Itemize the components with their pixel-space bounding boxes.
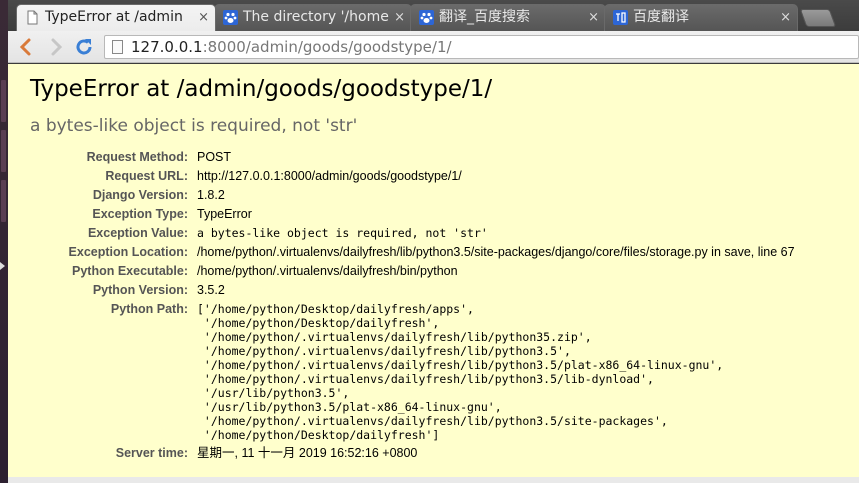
row-label: Server time: xyxy=(115,446,188,460)
row-value: 星期一, 11 十一月 2019 16:52:16 +0800 xyxy=(197,446,418,460)
row-label: Python Version: xyxy=(92,283,188,297)
row-label: Request Method: xyxy=(86,150,188,164)
row-value: 1.8.2 xyxy=(197,188,225,202)
row-value: TypeError xyxy=(197,207,252,221)
row-label: Django Version: xyxy=(92,188,188,202)
tab-title: The directory '/home xyxy=(243,9,389,25)
row-label: Python Path: xyxy=(110,302,188,316)
tab-strip: TypeError at /admin × The directory '/ho… xyxy=(8,0,859,31)
close-icon[interactable]: × xyxy=(198,5,209,30)
table-row: Python Path: ['/home/python/Desktop/dail… xyxy=(8,300,795,444)
back-arrow-icon[interactable] xyxy=(14,35,38,59)
forward-arrow-icon[interactable] xyxy=(44,35,68,59)
address-bar[interactable]: 127.0.0.1:8000/admin/goods/goodstype/1/ xyxy=(104,35,859,59)
os-launcher-strip xyxy=(0,0,8,483)
error-message: a bytes-like object is required, not 'st… xyxy=(30,116,358,136)
tab-baidu-translate[interactable]: 百度翻译 × xyxy=(604,4,798,31)
table-row: Django Version: 1.8.2 xyxy=(8,186,795,205)
launcher-slot xyxy=(1,130,6,172)
python-path-list: ['/home/python/Desktop/dailyfresh/apps',… xyxy=(197,302,724,442)
table-row: Exception Value: a bytes-like object is … xyxy=(8,224,795,243)
url-host: 127.0.0.1 xyxy=(131,38,203,56)
table-row: Exception Location: /home/python/.virtua… xyxy=(8,243,795,262)
row-value: 3.5.2 xyxy=(197,283,225,297)
row-value: /home/python/.virtualenvs/dailyfresh/lib… xyxy=(197,245,795,259)
row-value: a bytes-like object is required, not 'st… xyxy=(197,226,488,240)
row-label: Python Executable: xyxy=(72,264,188,278)
close-icon[interactable]: × xyxy=(780,5,791,30)
row-label: Exception Value: xyxy=(87,226,188,240)
row-label: Exception Location: xyxy=(68,245,188,259)
browser-toolbar: 127.0.0.1:8000/admin/goods/goodstype/1/ xyxy=(8,31,859,63)
close-icon[interactable]: × xyxy=(394,5,405,30)
row-value: http://127.0.0.1:8000/admin/goods/goodst… xyxy=(197,169,462,183)
tab-directory[interactable]: The directory '/home × xyxy=(214,4,412,31)
baidu-paw-icon xyxy=(223,10,238,25)
page-bottom-bar xyxy=(8,477,859,483)
page-title: TypeError at /admin/goods/goodstype/1/ xyxy=(30,76,493,102)
tab-typeerror[interactable]: TypeError at /admin × xyxy=(16,4,216,31)
row-value: ['/home/python/Desktop/dailyfresh/apps',… xyxy=(196,300,795,444)
row-value: POST xyxy=(197,150,232,164)
reload-icon[interactable] xyxy=(72,35,96,59)
table-row: Request URL: http://127.0.0.1:8000/admin… xyxy=(8,167,795,186)
django-error-page: TypeError at /admin/goods/goodstype/1/ a… xyxy=(8,64,859,483)
page-info-icon[interactable] xyxy=(112,40,123,54)
active-window-indicator-icon xyxy=(0,262,5,270)
table-row: Exception Type: TypeError xyxy=(8,205,795,224)
tab-title: 翻译_百度搜索 xyxy=(439,9,530,25)
table-row: Request Method: POST xyxy=(8,148,795,167)
url-path: :8000/admin/goods/goodstype/1/ xyxy=(202,38,452,56)
new-tab-button[interactable] xyxy=(799,9,837,27)
table-row: Python Executable: /home/python/.virtual… xyxy=(8,262,795,281)
launcher-slot xyxy=(1,180,6,222)
baidu-paw-icon xyxy=(419,10,434,25)
table-row: Python Version: 3.5.2 xyxy=(8,281,795,300)
row-label: Exception Type: xyxy=(92,207,188,221)
tab-title: 百度翻译 xyxy=(633,9,689,25)
table-row: Server time: 星期一, 11 十一月 2019 16:52:16 +… xyxy=(8,444,795,463)
request-meta-table: Request Method: POST Request URL: http:/… xyxy=(8,148,795,463)
tab-baidu-search[interactable]: 翻译_百度搜索 × xyxy=(410,4,606,31)
tab-title: TypeError at /admin xyxy=(45,9,183,25)
url-text[interactable]: 127.0.0.1:8000/admin/goods/goodstype/1/ xyxy=(131,38,452,56)
baidu-translate-icon xyxy=(613,10,628,25)
row-label: Request URL: xyxy=(105,169,188,183)
row-value: /home/python/.virtualenvs/dailyfresh/bin… xyxy=(197,264,458,278)
launcher-slot xyxy=(1,80,6,122)
page-icon xyxy=(27,10,38,25)
close-icon[interactable]: × xyxy=(588,5,599,30)
